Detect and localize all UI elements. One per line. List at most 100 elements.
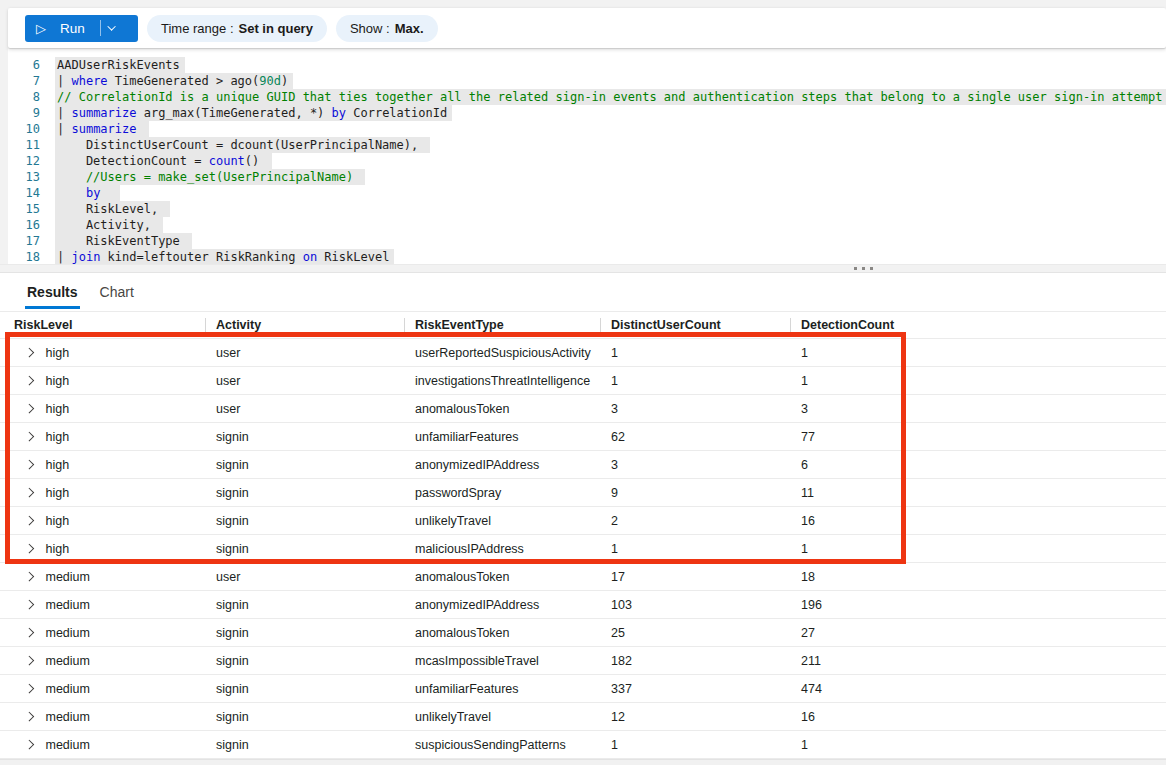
table-cell: 17 [600,570,790,584]
table-cell: user [205,346,404,360]
code-line[interactable]: 18| join kind=leftouter RiskRanking on R… [8,249,1166,265]
table-cell: investigationsThreatIntelligence [404,374,600,388]
code-line[interactable]: 9| summarize arg_max(TimeGenerated, *) b… [8,105,1166,121]
table-cell: anonymizedIPAddress [404,598,600,612]
chevron-right-icon[interactable] [25,600,34,609]
table-cell: user [205,570,404,584]
time-range-pill[interactable]: Time range :Set in query [147,15,327,42]
code-line[interactable]: 13 //Users = make_set(UserPrincipalName) [8,169,1166,185]
column-header-Activity[interactable]: Activity [205,312,404,338]
column-header-RiskEventType[interactable]: RiskEventType [404,312,600,338]
table-cell: medium [0,598,205,612]
chevron-right-icon[interactable] [25,460,34,469]
chevron-right-icon[interactable] [25,544,34,553]
results-table-header: RiskLevelActivityRiskEventTypeDistinctUs… [0,311,1166,339]
table-row[interactable]: highuseruserReportedSuspiciousActivity11 [0,339,1166,367]
table-row[interactable]: mediumsigninanomalousToken2527 [0,619,1166,647]
chevron-right-icon[interactable] [25,712,34,721]
table-cell: medium [0,710,205,724]
table-cell: 1 [790,738,1166,752]
code-text: Activity, [55,217,163,233]
chevron-right-icon[interactable] [25,432,34,441]
line-number: 8 [8,89,40,105]
code-text: RiskLevel, [55,201,170,217]
code-text: DetectionCount = count() [55,153,272,169]
code-line[interactable]: 16 Activity, [8,217,1166,233]
code-line[interactable]: 17 RiskEventType [8,233,1166,249]
table-row[interactable]: mediumsigninunlikelyTravel1216 [0,703,1166,731]
table-cell: 11 [790,486,1166,500]
table-cell: signin [205,542,404,556]
editor-results-splitter[interactable] [0,264,1166,273]
show-value: Max. [395,21,424,36]
line-number: 15 [8,201,40,217]
chevron-right-icon[interactable] [25,404,34,413]
table-cell: 12 [600,710,790,724]
table-cell: 1 [790,374,1166,388]
time-range-label: Time range : [161,21,234,36]
table-row[interactable]: highsigninunlikelyTravel216 [0,507,1166,535]
code-text: | where TimeGenerated > ago(90d) [55,73,293,89]
line-number: 6 [8,57,40,73]
column-header-DetectionCount[interactable]: DetectionCount [790,312,1166,338]
line-number: 12 [8,153,40,169]
code-text: // CorrelationId is a unique GUID that t… [55,89,1166,105]
chevron-down-icon[interactable] [107,22,115,30]
drag-handle-dots-icon [854,267,873,270]
table-cell: 9 [600,486,790,500]
table-row[interactable]: mediumsigninmcasImpossibleTravel182211 [0,647,1166,675]
code-line[interactable]: 7| where TimeGenerated > ago(90d) [8,73,1166,89]
query-editor[interactable]: 6AADUserRiskEvents7| where TimeGenerated… [8,50,1166,264]
column-header-DistinctUserCount[interactable]: DistinctUserCount [600,312,790,338]
table-row[interactable]: highuserinvestigationsThreatIntelligence… [0,367,1166,395]
table-cell: 62 [600,430,790,444]
chevron-right-icon[interactable] [25,628,34,637]
table-cell: 77 [790,430,1166,444]
code-line[interactable]: 6AADUserRiskEvents [8,57,1166,73]
tab-chart[interactable]: Chart [98,273,136,311]
chevron-right-icon[interactable] [25,572,34,581]
chevron-right-icon[interactable] [25,740,34,749]
column-header-RiskLevel[interactable]: RiskLevel [0,312,205,338]
table-row[interactable]: highsigninunfamiliarFeatures6277 [0,423,1166,451]
table-row[interactable]: mediumuseranomalousToken1718 [0,563,1166,591]
page-background-strip-top [0,0,1166,8]
table-row[interactable]: highsigninmaliciousIPAddress11 [0,535,1166,563]
code-line[interactable]: 14 by [8,185,1166,201]
table-cell: high [0,346,205,360]
show-limit-pill[interactable]: Show :Max. [336,15,438,42]
table-row[interactable]: mediumsigninsuspiciousSendingPatterns11 [0,731,1166,759]
play-icon: ▷ [36,21,46,36]
table-row[interactable]: mediumsigninanonymizedIPAddress103196 [0,591,1166,619]
code-line[interactable]: 12 DetectionCount = count() [8,153,1166,169]
table-cell: high [0,458,205,472]
chevron-right-icon[interactable] [25,516,34,525]
code-line[interactable]: 8 // CorrelationId is a unique GUID that … [8,89,1166,105]
table-cell: 3 [600,402,790,416]
run-button[interactable]: ▷ Run [25,15,138,42]
chevron-right-icon[interactable] [25,488,34,497]
table-cell: 16 [790,710,1166,724]
table-cell: mcasImpossibleTravel [404,654,600,668]
table-row[interactable]: highuseranomalousToken33 [0,395,1166,423]
horizontal-scrollbar[interactable] [0,759,1166,765]
code-line[interactable]: 11 DistinctUserCount = dcount(UserPrinci… [8,137,1166,153]
chevron-right-icon[interactable] [25,656,34,665]
code-line[interactable]: 10| summarize [8,121,1166,137]
table-cell: 474 [790,682,1166,696]
chevron-right-icon[interactable] [25,348,34,357]
table-cell: medium [0,654,205,668]
table-row[interactable]: highsigninpasswordSpray911 [0,479,1166,507]
table-cell: 27 [790,626,1166,640]
code-text: RiskEventType [55,233,192,249]
code-line[interactable]: 15 RiskLevel, [8,201,1166,217]
chevron-right-icon[interactable] [25,684,34,693]
table-cell: 3 [790,402,1166,416]
table-row[interactable]: highsigninanonymizedIPAddress36 [0,451,1166,479]
table-row[interactable]: mediumsigninunfamiliarFeatures337474 [0,675,1166,703]
line-number: 14 [8,185,40,201]
run-button-divider [100,20,101,36]
tab-results[interactable]: Results [25,273,80,311]
line-number: 10 [8,121,40,137]
chevron-right-icon[interactable] [25,376,34,385]
